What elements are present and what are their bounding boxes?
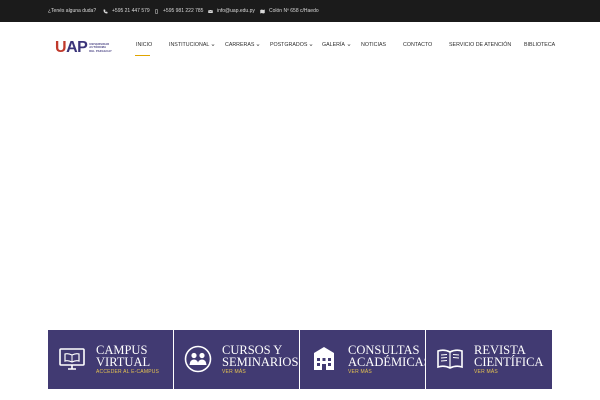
card-cursos-seminarios[interactable]: CURSOS Y SEMINARIOS VER MÁS bbox=[174, 330, 299, 389]
card-revista-cientifica[interactable]: REVISTA CIENTÍFICA VER MÁS bbox=[426, 330, 552, 389]
nav-item-institucional[interactable]: INSTITUCIONAL bbox=[169, 42, 215, 48]
active-nav-underline bbox=[135, 55, 150, 57]
card-link[interactable]: VER MÁS bbox=[348, 369, 372, 375]
phone2-text: +595 981 222 785 bbox=[163, 8, 204, 14]
address-text: Colón Nº 658 c/Haedo bbox=[269, 8, 319, 14]
open-book-icon bbox=[436, 345, 464, 373]
phone1-text: +595 21 447 579 bbox=[112, 8, 150, 14]
card-title-line-2: VIRTUAL bbox=[96, 355, 151, 369]
nav-item-carreras[interactable]: CARRERAS bbox=[225, 42, 260, 48]
card-link[interactable]: ACCEDER AL E-CAMPUS bbox=[96, 369, 159, 375]
nav-item-biblioteca[interactable]: BIBLIOTECA bbox=[524, 42, 555, 48]
card-title-line-2: SEMINARIOS bbox=[222, 355, 299, 369]
nav-item-galeria[interactable]: GALERÍA bbox=[322, 42, 351, 48]
card-title-line-2: ACADÉMICAS bbox=[348, 355, 431, 369]
nav-label: INSTITUCIONAL bbox=[169, 42, 210, 48]
nav-label: GALERÍA bbox=[322, 42, 345, 48]
people-icon bbox=[184, 345, 212, 373]
card-consultas-academicas[interactable]: CONSULTAS ACADÉMICAS VER MÁS bbox=[300, 330, 431, 389]
chevron-down-icon bbox=[347, 43, 351, 47]
card-link[interactable]: VER MÁS bbox=[474, 369, 498, 375]
building-icon bbox=[310, 345, 338, 373]
card-title: CAMPUS VIRTUAL bbox=[96, 344, 151, 369]
nav-item-servicio-de-atencion[interactable]: SERVICIO DE ATENCIÓN bbox=[449, 42, 511, 48]
nav-label: INICIO bbox=[136, 42, 153, 48]
nav-label: NOTICIAS bbox=[361, 42, 387, 48]
mobile-contact[interactable]: +595 981 222 785 bbox=[154, 0, 203, 22]
nav-label: SERVICIO DE ATENCIÓN bbox=[449, 42, 512, 48]
logo-line-3: DEL PARAGUAY bbox=[89, 49, 112, 53]
site-header: UAP UNIVERSIDAD AUTÓNOMA DEL PARAGUAY IN… bbox=[0, 22, 600, 72]
chevron-down-icon bbox=[211, 43, 215, 47]
site-logo[interactable]: UAP UNIVERSIDAD AUTÓNOMA DEL PARAGUAY bbox=[55, 40, 112, 56]
nav-label: CARRERAS bbox=[225, 42, 255, 48]
monitor-book-icon bbox=[58, 345, 86, 373]
envelope-icon bbox=[208, 9, 213, 14]
card-title: CONSULTAS ACADÉMICAS bbox=[348, 344, 431, 369]
address-contact[interactable]: Colón Nº 658 c/Haedo bbox=[260, 0, 319, 22]
nav-label: CONTACTO bbox=[403, 42, 433, 48]
nav-item-contacto[interactable]: CONTACTO bbox=[403, 42, 432, 48]
logo-wordmark: UNIVERSIDAD AUTÓNOMA DEL PARAGUAY bbox=[89, 43, 112, 53]
card-title: CURSOS Y SEMINARIOS bbox=[222, 344, 299, 369]
card-title-line-2: CIENTÍFICA bbox=[474, 355, 544, 369]
phone-contact[interactable]: +595 21 447 579 bbox=[103, 0, 150, 22]
contact-question-text: ¿Tenés alguna duda? bbox=[48, 8, 97, 14]
nav-item-noticias[interactable]: NOTICIAS bbox=[361, 42, 386, 48]
chevron-down-icon bbox=[309, 43, 313, 47]
nav-label: POSTGRADOS bbox=[270, 42, 308, 48]
contact-question: ¿Tenés alguna duda? bbox=[48, 0, 96, 22]
chevron-down-icon bbox=[256, 43, 260, 47]
nav-item-postgrados[interactable]: POSTGRADOS bbox=[270, 42, 313, 48]
phone-icon bbox=[103, 9, 108, 14]
logo-mark: UAP bbox=[55, 39, 88, 56]
mobile-icon bbox=[154, 8, 159, 14]
top-bar: ¿Tenés alguna duda? +595 21 447 579 +595… bbox=[0, 0, 600, 22]
card-campus-virtual[interactable]: CAMPUS VIRTUAL ACCEDER AL E-CAMPUS bbox=[48, 330, 173, 389]
email-text: info@uap.edu.py bbox=[217, 8, 255, 14]
card-link[interactable]: VER MÁS bbox=[222, 369, 246, 375]
feature-cards: CAMPUS VIRTUAL ACCEDER AL E-CAMPUS CURSO… bbox=[48, 330, 552, 389]
nav-label: BIBLIOTECA bbox=[524, 42, 556, 48]
nav-item-inicio[interactable]: INICIO bbox=[136, 42, 152, 48]
map-icon bbox=[260, 9, 265, 14]
email-contact[interactable]: info@uap.edu.py bbox=[208, 0, 255, 22]
card-title: REVISTA CIENTÍFICA bbox=[474, 344, 544, 369]
